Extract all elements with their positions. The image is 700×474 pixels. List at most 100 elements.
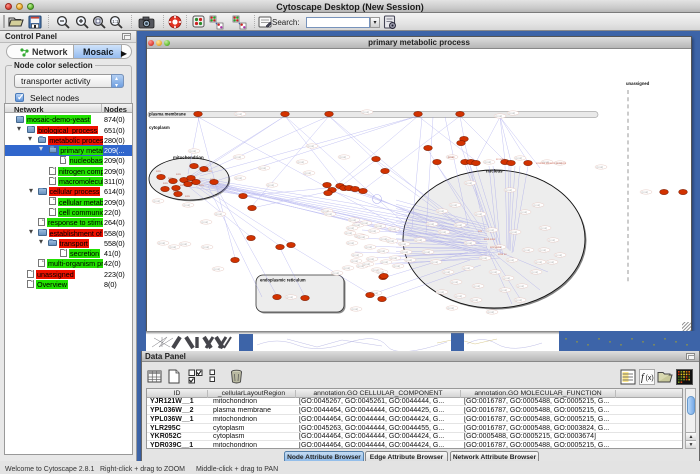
- svg-text:(x·xx): (x·xx): [548, 260, 555, 264]
- svg-text:(x·xx): (x·xx): [154, 199, 161, 203]
- svg-text:(x·xx): (x·xx): [466, 241, 473, 245]
- svg-text:(x·xx): (x·xx): [536, 260, 543, 264]
- svg-text:(x·xx): (x·xx): [203, 245, 210, 249]
- svg-text:(x·xx): (x·xx): [504, 276, 511, 280]
- svg-text:(x·xx): (x·xx): [451, 203, 458, 207]
- svg-text:unassigned: unassigned: [626, 81, 650, 86]
- svg-text:(x·xx): (x·xx): [511, 230, 518, 234]
- svg-text:(x·xx): (x·xx): [379, 249, 386, 253]
- svg-text:(x·xx): (x·xx): [159, 241, 166, 245]
- svg-text:(x·xx): (x·xx): [184, 203, 191, 207]
- svg-text:(x·xx): (x·xx): [348, 241, 355, 245]
- svg-text:nucleus: nucleus: [486, 169, 503, 174]
- svg-text:(x·xx): (x·xx): [508, 258, 515, 262]
- svg-text:(x·xx): (x·xx): [340, 155, 347, 159]
- svg-text:(x·xx): (x·xx): [432, 260, 439, 264]
- svg-text:xxxx: xxxx: [185, 195, 191, 198]
- svg-text:(x·xx): (x·xx): [391, 256, 398, 260]
- svg-text:(x·xx): (x·xx): [308, 144, 315, 148]
- svg-text:(x·xx): (x·xx): [540, 248, 547, 252]
- svg-text:(x·xx): (x·xx): [268, 183, 275, 187]
- svg-text:(x·xx): (x·xx): [428, 222, 435, 226]
- svg-text:(x·xx): (x·xx): [488, 228, 495, 232]
- svg-text:(x·xx): (x·xx): [236, 176, 243, 180]
- svg-text:xxxx: xxxx: [176, 173, 182, 176]
- svg-text:xxxx: xxxx: [156, 170, 162, 173]
- svg-text:(x·xx): (x·xx): [202, 220, 209, 224]
- svg-text:(x·xx): (x·xx): [456, 294, 463, 298]
- svg-text:(x·xx): (x·xx): [390, 227, 397, 231]
- svg-text:(x·xx): (x·xx): [368, 257, 375, 261]
- svg-text:(x): (x): [646, 375, 654, 382]
- svg-text:xxxx xxxx: xxxx xxxx: [484, 238, 496, 241]
- svg-text:(x·xx): (x·xx): [438, 209, 445, 213]
- svg-text:(x·xx): (x·xx): [359, 235, 366, 239]
- svg-text:xxxx: xxxx: [163, 182, 169, 185]
- svg-text:(x·xx): (x·xx): [362, 221, 369, 225]
- svg-text:(x·xx): (x·xx): [416, 238, 423, 242]
- svg-text:(x·xx): (x·xx): [452, 280, 459, 284]
- svg-text:(x·xx): (x·xx): [448, 306, 455, 310]
- svg-text:(x·xx): (x·xx): [472, 298, 479, 302]
- svg-text:(x·xx): (x·xx): [214, 267, 221, 271]
- svg-text:xxxxx: xxxxx: [448, 156, 455, 159]
- svg-text:(x·xx): (x·xx): [456, 223, 463, 227]
- svg-text:(x·xx): (x·xx): [518, 284, 525, 288]
- svg-text:(x·xx): (x·xx): [388, 239, 395, 243]
- svg-text:(x·xx): (x·xx): [597, 165, 604, 169]
- svg-text:(x·xx): (x·xx): [466, 181, 473, 185]
- svg-text:xxx xxxxx: xxx xxxxx: [490, 246, 502, 249]
- svg-text:(x·xx): (x·xx): [534, 203, 541, 207]
- svg-text:(x·xx): (x·xx): [216, 212, 223, 216]
- svg-text:(x·xx): (x·xx): [363, 110, 370, 114]
- svg-text:mitochondrion: mitochondrion: [173, 155, 204, 160]
- svg-text:(x·xx): (x·xx): [298, 160, 305, 164]
- svg-text:(x·xx): (x·xx): [524, 248, 531, 252]
- svg-text:(x·xx): (x·xx): [348, 226, 355, 230]
- svg-text:(x·xx): (x·xx): [444, 270, 451, 274]
- svg-text:(x·xx): (x·xx): [424, 250, 431, 254]
- svg-text:(x·xx): (x·xx): [260, 166, 267, 170]
- svg-text:(x·xx): (x·xx): [532, 270, 539, 274]
- svg-text:(x·xx): (x·xx): [344, 266, 351, 270]
- svg-text:(x·xx): (x·xx): [516, 156, 523, 160]
- svg-text:(x·xx): (x·xx): [406, 258, 413, 262]
- svg-text:plasma membrane: plasma membrane: [149, 112, 186, 117]
- svg-text:xxxx xx: xxxx xx: [498, 253, 507, 256]
- svg-text:(x·xx): (x·xx): [287, 295, 294, 299]
- svg-text:(x·xx): (x·xx): [333, 271, 340, 275]
- svg-text:(x·xx): (x·xx): [376, 224, 383, 228]
- svg-text:(x·xx): (x·xx): [181, 242, 188, 246]
- svg-text:(x·xx): (x·xx): [400, 242, 407, 246]
- svg-text:(x·xx): (x·xx): [353, 253, 360, 257]
- svg-text:(x·xx): (x·xx): [364, 262, 371, 266]
- svg-text:(x·xx): (x·xx): [370, 229, 377, 233]
- svg-text:(x·xx): (x·xx): [438, 290, 445, 294]
- svg-text:(x·xx): (x·xx): [491, 270, 498, 274]
- svg-text:(x·xx): (x·xx): [382, 260, 389, 264]
- svg-text:(x·xx): (x·xx): [509, 111, 516, 115]
- svg-text:(x·xx): (x·xx): [352, 259, 359, 263]
- svg-text:(x·xx): (x·xx): [541, 226, 548, 230]
- svg-text:cytoplasm: cytoplasm: [149, 125, 170, 130]
- svg-text:xxxxxxx xxxxxxx xxxxxxxx: xxxxxxx xxxxxxx xxxxxxxx: [536, 162, 567, 165]
- svg-text:(x·xx): (x·xx): [440, 230, 447, 234]
- svg-text:(x·xx): (x·xx): [236, 112, 243, 116]
- svg-text:(x·xx): (x·xx): [481, 256, 488, 260]
- svg-text:(x·xx): (x·xx): [506, 188, 513, 192]
- svg-text:(x·xx): (x·xx): [235, 155, 242, 159]
- svg-text:(x·xx): (x·xx): [556, 253, 563, 257]
- svg-text:(x·xx): (x·xx): [352, 307, 359, 311]
- svg-text:(x·xx): (x·xx): [516, 298, 523, 302]
- svg-text:(x·xx): (x·xx): [496, 114, 503, 118]
- svg-text:(x·xx): (x·xx): [488, 310, 495, 314]
- svg-text:(x·xx): (x·xx): [346, 231, 353, 235]
- svg-text:(x·xx): (x·xx): [305, 171, 312, 175]
- svg-text:(x·xx): (x·xx): [190, 149, 197, 153]
- svg-text:1:1: 1:1: [112, 19, 119, 24]
- svg-text:(x·xx): (x·xx): [464, 266, 471, 270]
- svg-text:(x·xx): (x·xx): [501, 288, 508, 292]
- svg-text:xxxx: xxxx: [199, 184, 205, 187]
- svg-text:(x·xx): (x·xx): [366, 245, 373, 249]
- svg-text:(x·xx): (x·xx): [521, 210, 528, 214]
